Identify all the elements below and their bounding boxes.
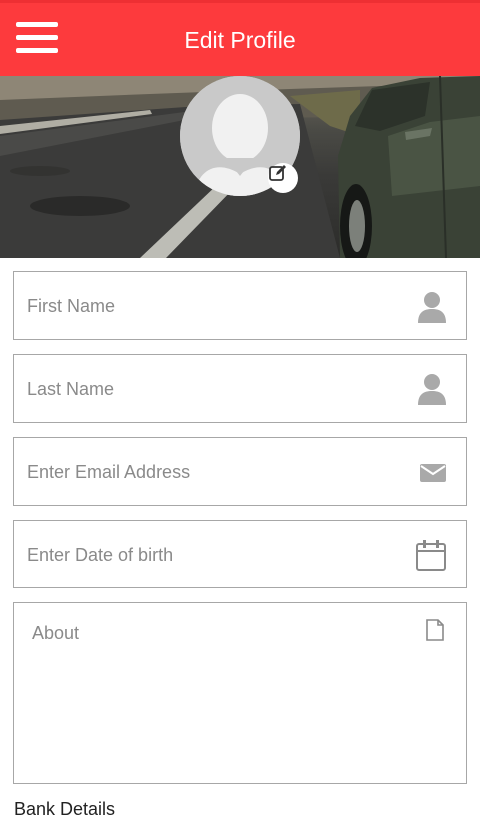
bank-details-heading: Bank Details [14,799,116,819]
date-of-birth-field [13,520,467,588]
envelope-icon [420,464,446,482]
document-icon [426,619,444,641]
email-field [13,437,467,506]
date-of-birth-input[interactable] [27,541,407,569]
edit-avatar-button[interactable] [268,163,298,193]
edit-pencil-icon [269,165,286,181]
about-field [13,602,467,784]
first-name-input[interactable] [27,292,407,320]
calendar-icon [416,540,446,571]
first-name-field [13,271,467,340]
cover-image [0,76,480,258]
app-bar: Edit Profile [0,0,480,76]
last-name-field [13,354,467,423]
last-name-input[interactable] [27,375,407,403]
email-input[interactable] [27,458,407,486]
person-icon [418,374,446,405]
avatar-container [180,76,300,196]
person-icon [418,292,446,323]
page-title: Edit Profile [184,27,296,53]
about-input[interactable] [32,623,412,763]
